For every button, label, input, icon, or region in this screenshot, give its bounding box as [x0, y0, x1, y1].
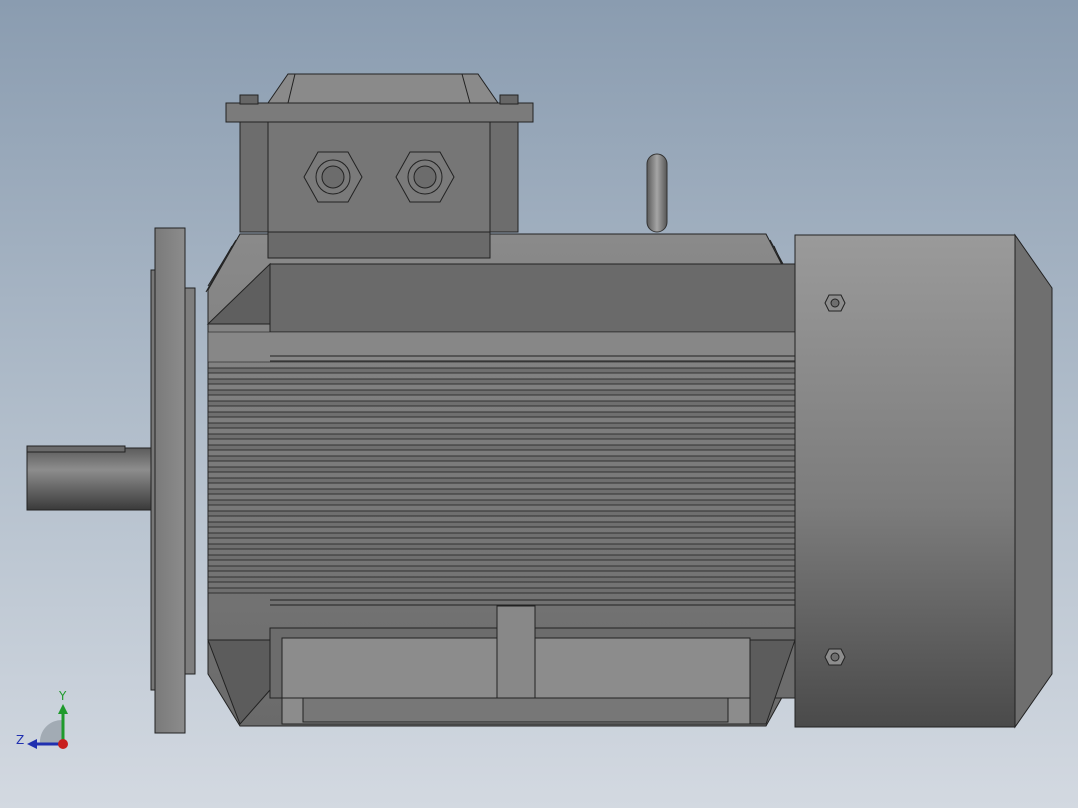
- motor-shaft[interactable]: [26, 445, 153, 511]
- bolt-top[interactable]: [824, 294, 846, 312]
- cooling-fin: [207, 543, 796, 550]
- cooling-fin: [207, 499, 796, 506]
- cooling-fin: [207, 554, 796, 561]
- cooling-fin: [207, 433, 796, 440]
- cooling-fin: [207, 488, 796, 495]
- cooling-fin: [207, 444, 796, 451]
- cooling-fin: [207, 367, 796, 374]
- cooling-fin: [207, 521, 796, 528]
- bolt-bottom[interactable]: [824, 648, 846, 666]
- cooling-fin: [207, 576, 796, 583]
- cooling-fins: [207, 367, 796, 594]
- cooling-fin: [207, 587, 796, 594]
- cooling-fin: [207, 510, 796, 517]
- z-axis-label: Z: [16, 733, 24, 747]
- cooling-fin: [207, 411, 796, 418]
- mounting-flange[interactable]: [150, 227, 196, 734]
- cooling-fin: [207, 455, 796, 462]
- lifting-eye[interactable]: [646, 153, 668, 233]
- cooling-fin: [207, 477, 796, 484]
- cad-viewport[interactable]: Y Z: [0, 0, 1078, 808]
- y-axis-label: Y: [58, 689, 67, 703]
- fan-cover[interactable]: [794, 233, 1053, 729]
- cooling-fin: [207, 565, 796, 572]
- cooling-fin: [207, 389, 796, 396]
- cooling-fin: [207, 466, 796, 473]
- cooling-fin: [207, 422, 796, 429]
- orientation-triad[interactable]: Y Z: [16, 689, 68, 749]
- cooling-fin: [207, 400, 796, 407]
- terminal-box[interactable]: [225, 73, 534, 259]
- cooling-fin: [207, 532, 796, 539]
- cooling-fin: [207, 378, 796, 385]
